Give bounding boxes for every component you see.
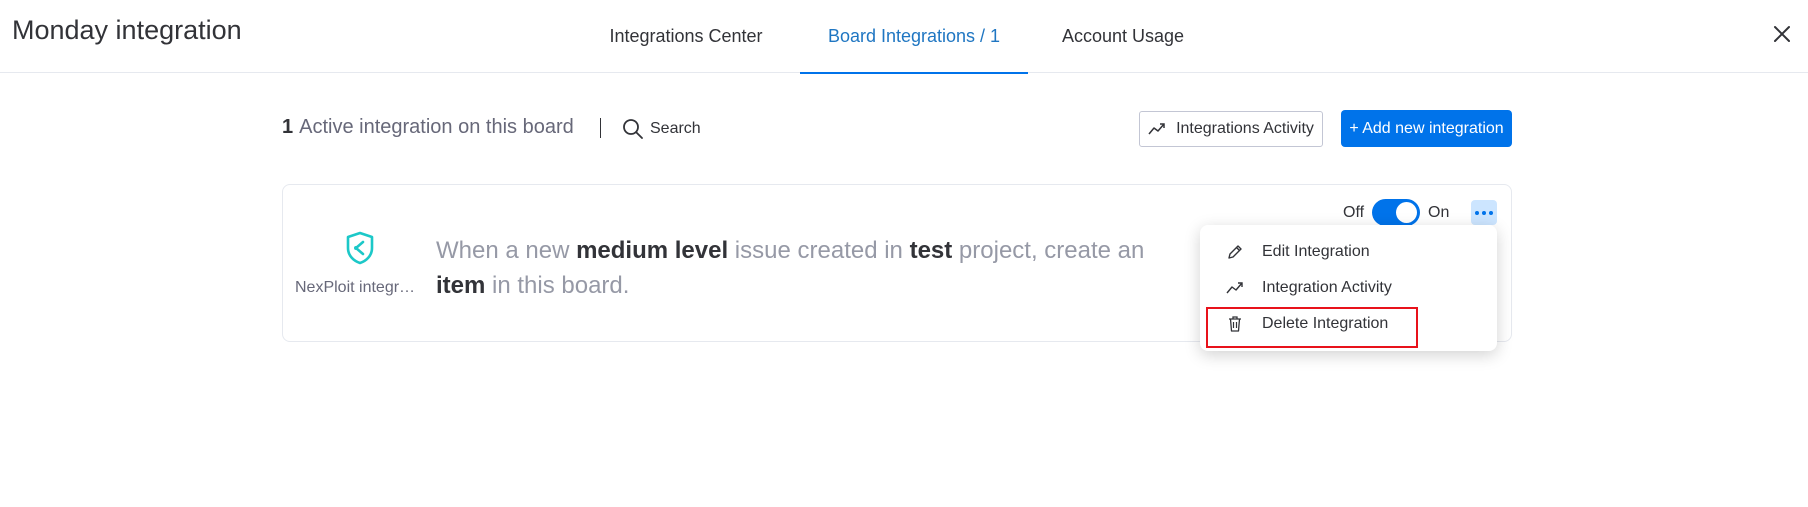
recipe-text: project, create an <box>952 237 1145 264</box>
menu-item-label: Delete Integration <box>1262 315 1389 332</box>
trash-icon <box>1229 316 1241 332</box>
divider <box>600 118 601 138</box>
close-icon <box>1774 26 1790 42</box>
close-button[interactable] <box>1766 18 1798 50</box>
integration-toggle[interactable] <box>1372 199 1421 226</box>
recipe-item: item <box>436 272 486 299</box>
toggle-knob <box>1396 202 1418 223</box>
toggle-on-label: On <box>1428 203 1450 221</box>
menu-item-label: Edit Integration <box>1262 243 1370 260</box>
search-button[interactable]: Search <box>622 115 701 143</box>
summary-text: Active integration on this board <box>299 116 574 138</box>
trend-icon <box>1226 282 1243 294</box>
recipe-text: in this board. <box>485 272 630 299</box>
menu-item-label: Integration Activity <box>1262 279 1392 296</box>
menu-item-edit-integration[interactable]: Edit Integration <box>1208 235 1488 269</box>
add-integration-button[interactable]: + Add new integration <box>1341 110 1512 147</box>
dot <box>1475 210 1479 215</box>
menu-item-integration-activity[interactable]: Integration Activity <box>1208 271 1488 305</box>
tab-integrations-center[interactable]: Integrations Center <box>590 0 782 73</box>
menu-item-delete-integration[interactable]: Delete Integration <box>1208 307 1488 341</box>
dot <box>1489 210 1493 215</box>
search-icon <box>623 119 643 139</box>
toggle-off-label: Off <box>1343 203 1365 221</box>
search-label: Search <box>650 120 701 137</box>
integration-options-menu: Edit Integration Integration Activity De… <box>1200 225 1497 351</box>
integrations-activity-button[interactable]: Integrations Activity <box>1139 111 1323 147</box>
recipe-level: medium level <box>576 237 729 264</box>
nexploit-logo-icon <box>346 231 374 265</box>
dot <box>1482 210 1486 215</box>
tab-board-integrations[interactable]: Board Integrations / 1 <box>800 0 1028 74</box>
recipe-project: test <box>909 237 953 264</box>
more-options-button[interactable] <box>1471 200 1497 225</box>
integrations-activity-label: Integrations Activity <box>1176 120 1314 137</box>
recipe-text: When a new <box>436 237 577 264</box>
trend-icon <box>1148 123 1165 135</box>
tab-account-usage[interactable]: Account Usage <box>1042 0 1204 73</box>
pencil-icon <box>1228 245 1242 259</box>
integration-count: 1 <box>282 116 294 138</box>
active-integrations-summary: 1 Active integration on this board <box>282 116 574 139</box>
recipe-text: issue created in <box>728 237 910 264</box>
integration-toggle-group: Off On <box>1343 199 1449 226</box>
integration-recipe: When a new medium level issue created in… <box>436 233 1196 303</box>
integration-app-name: NexPloit integration <box>295 279 419 296</box>
page-title: Monday integration <box>12 15 242 45</box>
header: Monday integration Integrations Center B… <box>0 0 1808 74</box>
